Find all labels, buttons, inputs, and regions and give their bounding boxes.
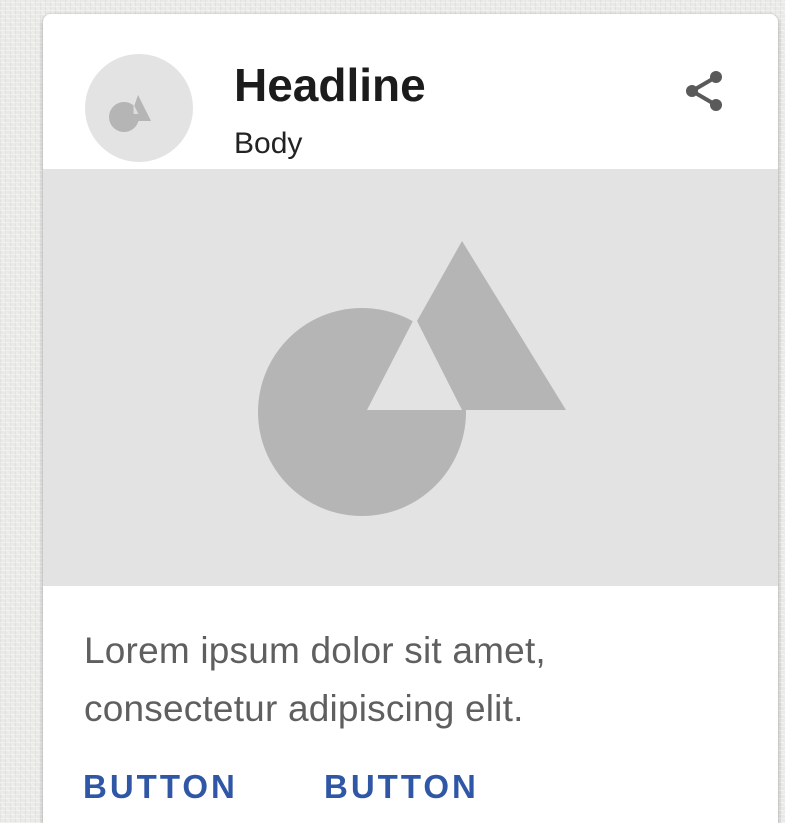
shapes-placeholder-icon (109, 95, 151, 132)
content-card: Headline Body Lorem ipsum dolor sit amet… (43, 14, 778, 823)
avatar (85, 54, 193, 162)
share-icon (686, 71, 722, 111)
media-area (43, 169, 778, 586)
action-button-2[interactable]: BUTTON (324, 762, 479, 812)
share-button[interactable] (675, 64, 731, 120)
card-supporting-text: Lorem ipsum dolor sit amet, consectetur … (84, 630, 546, 729)
action-button-1[interactable]: BUTTON (83, 762, 238, 812)
card-headline: Headline (234, 59, 426, 111)
image-placeholder-icon (258, 241, 566, 516)
card-subhead: Body (234, 127, 303, 160)
